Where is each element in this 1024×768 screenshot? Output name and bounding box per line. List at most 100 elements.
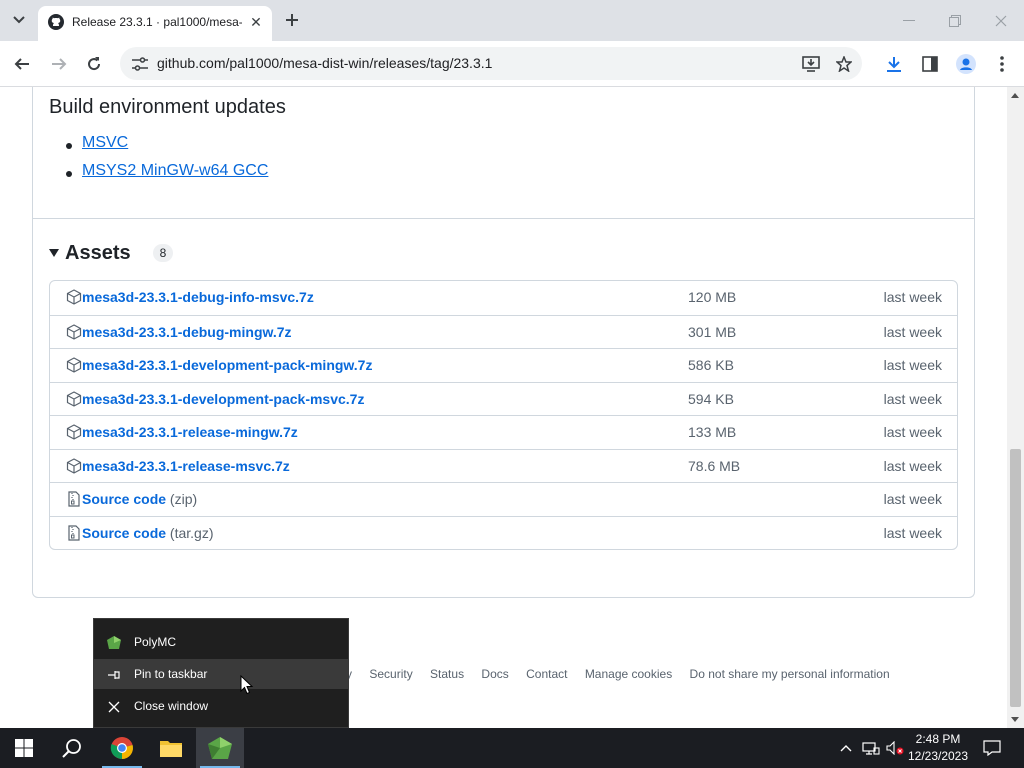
reload-button[interactable] [80, 50, 108, 78]
pin-to-taskbar-item[interactable]: Pin to taskbar [94, 659, 348, 689]
avatar-icon [956, 54, 976, 74]
package-icon [66, 457, 82, 474]
restore-button[interactable] [932, 0, 978, 41]
close-window-button[interactable] [978, 0, 1024, 41]
asset-link[interactable]: mesa3d-23.3.1-release-mingw.7z [82, 424, 298, 440]
assets-table: mesa3d-23.3.1-debug-info-msvc.7z 120 MB la… [49, 280, 958, 550]
profile-button[interactable] [952, 50, 980, 78]
asset-link[interactable]: mesa3d-23.3.1-release-msvc.7z [82, 458, 290, 474]
jumplist-app-label: PolyMC [134, 635, 177, 649]
footer-link-security[interactable]: Security [369, 667, 412, 681]
list-item: MSVC [65, 134, 268, 162]
search-button[interactable] [48, 728, 96, 768]
address-bar[interactable]: github.com/pal1000/mesa-dist-win/release… [120, 47, 862, 80]
taskbar-jump-list: PolyMC Pin to taskbar Close window [93, 618, 349, 728]
scroll-up-arrow-icon[interactable] [1011, 93, 1019, 98]
install-app-icon[interactable] [799, 52, 823, 76]
asset-row: mesa3d-23.3.1-release-msvc.7z 78.6 MB last… [50, 448, 957, 483]
scroll-down-arrow-icon[interactable] [1011, 717, 1019, 722]
pin-to-taskbar-label: Pin to taskbar [134, 667, 208, 681]
asset-row: mesa3d-23.3.1-release-mingw.7z 133 MB last… [50, 415, 957, 449]
arrow-left-icon [14, 58, 29, 70]
msys2-link[interactable]: MSYS2 MinGW-w64 GCC [82, 162, 268, 179]
package-icon [66, 357, 82, 373]
footer-link-status[interactable]: Status [430, 667, 464, 681]
browser-tab[interactable]: Release 23.3.1 · pal1000/mesa-d ✕ [38, 6, 272, 41]
chevron-up-icon [840, 745, 852, 752]
msvc-link[interactable]: MSVC [82, 134, 128, 151]
chrome-icon [110, 737, 133, 759]
file-zip-icon [66, 491, 82, 507]
tab-search-button[interactable] [6, 7, 32, 33]
taskbar-polymc[interactable] [196, 728, 244, 768]
page-scrollbar[interactable] [1007, 87, 1024, 728]
taskbar-clock[interactable]: 2:48 PM 12/23/2023 [906, 731, 970, 765]
footer-link-cookies[interactable]: Manage cookies [585, 667, 672, 681]
close-window-label: Close window [134, 699, 209, 713]
asset-link[interactable]: Source code (tar.gz) [82, 525, 214, 541]
minimize-button[interactable] [886, 0, 932, 41]
asset-size: 586 KB [688, 357, 734, 373]
start-button[interactable] [0, 728, 48, 768]
scrollbar-thumb[interactable] [1010, 449, 1021, 707]
chevron-down-icon [13, 16, 25, 24]
show-hidden-icons-button[interactable] [836, 728, 856, 768]
footer-link-contact[interactable]: Contact [526, 667, 567, 681]
asset-row: Source code (zip) last week [50, 482, 957, 516]
asset-row: mesa3d-23.3.1-development-pack-msvc.7z 59… [50, 381, 957, 416]
clock-date: 12/23/2023 [907, 749, 969, 763]
asset-date: last week [883, 424, 942, 440]
asset-size: 301 MB [688, 323, 737, 340]
restore-icon [949, 14, 961, 27]
jumplist-app-item[interactable]: PolyMC [94, 627, 348, 657]
close-window-item[interactable]: Close window [94, 691, 348, 721]
asset-size: 120 MB [688, 289, 737, 305]
asset-date: last week [883, 390, 942, 407]
asset-row: mesa3d-23.3.1-debug-info-msvc.7z 120 MB la… [50, 281, 957, 315]
footer-link-do-not-share[interactable]: Do not share my personal information [690, 667, 890, 681]
asset-name: mesa3d-23.3.1-development-pack-msvc.7z [82, 390, 365, 407]
notifications-button[interactable] [980, 728, 1004, 768]
network-icon[interactable] [860, 728, 882, 768]
assets-count-badge: 8 [152, 244, 174, 262]
forward-button[interactable] [45, 50, 73, 78]
build-env-heading: Build environment updates [49, 96, 286, 118]
asset-name: mesa3d-23.3.1-debug-mingw.7z [82, 323, 292, 340]
list-item: MSYS2 MinGW-w64 GCC [65, 162, 268, 190]
asset-link[interactable]: mesa3d-23.3.1-development-pack-msvc.7z [82, 391, 364, 407]
new-tab-button[interactable] [280, 8, 304, 32]
url-text: github.com/pal1000/mesa-dist-win/release… [157, 55, 493, 71]
asset-date: last week [883, 524, 942, 541]
windows-logo-icon [15, 739, 33, 757]
asset-name: Source code [82, 491, 167, 507]
site-info-icon[interactable] [128, 52, 152, 76]
close-tab-icon[interactable]: ✕ [246, 12, 266, 32]
package-icon [66, 390, 82, 407]
footer-link-docs[interactable]: Docs [481, 667, 508, 681]
tab-strip: Release 23.3.1 · pal1000/mesa-d ✕ [0, 0, 1024, 41]
downloads-button[interactable] [880, 50, 908, 78]
asset-name: mesa3d-23.3.1-debug-info-msvc.7z [82, 289, 314, 305]
pin-icon [106, 667, 122, 683]
asset-link[interactable]: mesa3d-23.3.1-debug-info-msvc.7z [82, 289, 314, 305]
back-button[interactable] [8, 50, 36, 78]
assets-toggle[interactable]: Assets 8 [49, 241, 174, 265]
folder-icon [160, 741, 182, 757]
chrome-menu-button[interactable] [988, 50, 1016, 78]
taskbar-file-explorer[interactable] [147, 728, 195, 768]
asset-link[interactable]: mesa3d-23.3.1-debug-mingw.7z [82, 324, 292, 340]
plus-icon [286, 14, 298, 26]
windows-taskbar: 2:48 PM 12/23/2023 [0, 728, 1024, 768]
side-panel-button[interactable] [916, 50, 944, 78]
bookmark-star-icon[interactable] [832, 52, 856, 76]
asset-link[interactable]: Source code (zip) [82, 491, 197, 507]
taskbar-chrome[interactable] [98, 728, 146, 768]
polymc-icon [106, 635, 122, 651]
asset-link[interactable]: mesa3d-23.3.1-development-pack-mingw.7z [82, 357, 372, 373]
divider [33, 218, 974, 219]
assets-heading: Assets [65, 241, 131, 264]
volume-muted-icon[interactable] [884, 728, 906, 768]
asset-size: 133 MB [688, 424, 737, 440]
file-zip-icon [66, 524, 82, 541]
mouse-cursor-icon [240, 675, 254, 695]
